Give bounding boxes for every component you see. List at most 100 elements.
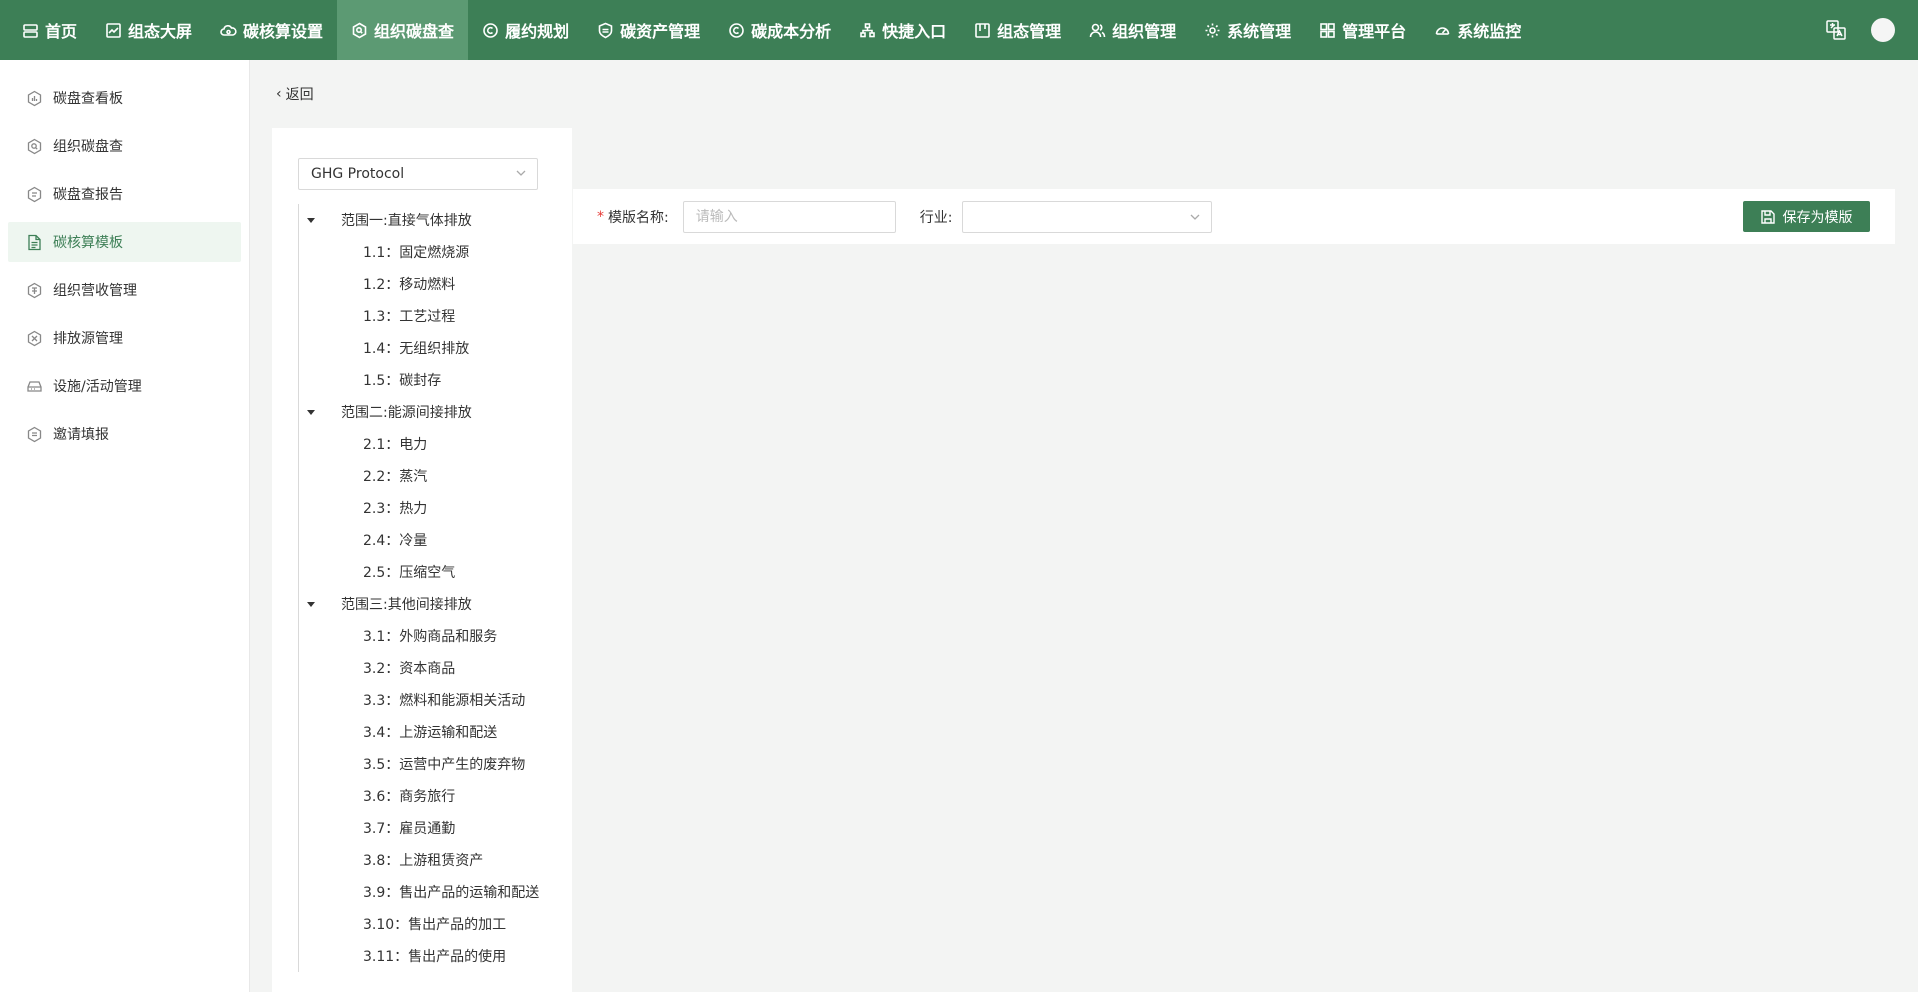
sidebar-item-label: 组织碳盘查 [53,139,123,155]
sidebar-item-1[interactable]: 组织碳盘查 [8,126,241,166]
nav-item-2[interactable]: 碳核算设置 [206,0,337,60]
industry-select[interactable] [962,200,1213,233]
tree-leaf[interactable]: 2.3：热力 [299,492,568,524]
tree-group-0[interactable]: 范围一:直接气体排放 [299,204,568,236]
tree-leaf[interactable]: 2.2：蒸汽 [299,460,568,492]
tree-group-1[interactable]: 范围二:能源间接排放 [299,396,568,428]
tree-leaf[interactable]: 1.3：工艺过程 [299,300,568,332]
nav-item-12[interactable]: 系统监控 [1420,0,1535,60]
nav-item-label: 组态管理 [997,22,1062,41]
tree-leaf[interactable]: 1.5：碳封存 [299,364,568,396]
sidebar: 碳盘查看板组织碳盘查碳盘查报告碳核算模板组织营收管理 排放源管理设施/活动管理邀请… [0,60,250,992]
tree-leaf[interactable]: 3.10：售出产品的加工 [299,908,568,940]
save-as-template-label: 保存为模版 [1782,209,1853,226]
tree-leaf[interactable]: 1.4：无组织排放 [299,332,568,364]
nav-item-label: 碳资产管理 [620,22,701,41]
required-mark: * [597,208,604,225]
tree-leaf[interactable]: 3.5：运营中产生的废弃物 [299,748,568,780]
save-icon [1760,209,1775,224]
nav-item-0[interactable]: 首页 [0,0,91,60]
tree-leaf-label: 3.1：外购商品和服务 [363,629,498,645]
tree-leaf[interactable]: 3.7：雇员通勤 [299,812,568,844]
nav-item-7[interactable]: 快捷入口 [845,0,960,60]
tree-group-2[interactable]: 范围三:其他间接排放 [299,588,568,620]
save-as-template-button[interactable]: 保存为模版 [1743,201,1870,232]
chevron-down-icon [515,167,527,179]
hex-search-icon [27,138,42,154]
tree-group-label: 范围二:能源间接排放 [341,405,472,421]
tree-leaf-label: 3.4：上游运输和配送 [363,725,498,741]
template-name-input[interactable] [682,200,896,233]
sitemap-icon [860,22,875,37]
shield-icon [598,22,613,38]
tree-leaf[interactable]: 2.4：冷量 [299,524,568,556]
nav-item-3[interactable]: 组织碳盘查 [337,0,469,60]
tree-leaf-label: 3.8：上游租赁资产 [363,853,484,869]
tree-leaf[interactable]: 3.9：售出产品的运输和配送 [299,876,568,908]
sidebar-item-label: 碳盘查看板 [53,91,123,107]
users-icon [1089,23,1106,37]
hex-money-icon [27,282,42,298]
nav-item-label: 系统管理 [1227,22,1292,41]
tree-leaf-label: 3.2：资本商品 [363,661,456,677]
tree-leaf-label: 3.3：燃料和能源相关活动 [363,693,526,709]
hex-tools-icon [27,330,42,346]
tree-leaf[interactable]: 3.6：商务旅行 [299,780,568,812]
template-form-bar: * 模版名称: 行业: 保存为模版 [573,189,1895,244]
sidebar-item-3[interactable]: 碳核算模板 [8,222,241,262]
chart-line-icon [106,22,121,38]
nav-item-5[interactable]: 碳资产管理 [583,0,714,60]
nav-item-6[interactable]: 碳成本分析 [714,0,845,60]
tree-leaf[interactable]: 1.2：移动燃料 [299,268,568,300]
tree-leaf[interactable]: 2.5：压缩空气 [299,556,568,588]
sidebar-item-7[interactable]: 邀请填报 [8,414,241,454]
sidebar-item-label: 邀请填报 [53,427,109,443]
tree-leaf[interactable]: 3.3：燃料和能源相关活动 [299,684,568,716]
nav-item-label: 管理平台 [1342,22,1407,41]
category-tree: 范围一:直接气体排放 1.1：固定燃烧源 1.2：移动燃料 1.3：工艺过程 1.4：无… [298,204,568,972]
tree-leaf[interactable]: 3.1：外购商品和服务 [299,620,568,652]
tree-leaf-label: 3.6：商务旅行 [363,789,456,805]
chevron-left-icon: ‹ [276,86,282,102]
tree-leaf-label: 3.11：售出产品的使用 [363,949,507,965]
caret-down-icon[interactable] [307,601,315,607]
caret-down-icon[interactable] [307,217,315,223]
sidebar-item-4[interactable]: 组织营收管理 [8,270,241,310]
protocol-select[interactable]: GHG Protocol [298,158,538,190]
tree-group-label: 范围一:直接气体排放 [341,213,472,229]
tree-leaf-label: 2.2：蒸汽 [363,469,428,485]
tree-leaf-label: 1.2：移动燃料 [363,277,456,293]
nav-item-label: 组织管理 [1112,22,1177,41]
tree-leaf[interactable]: 3.8：上游租赁资产 [299,844,568,876]
tree-leaf[interactable]: 3.2：资本商品 [299,652,568,684]
translate-icon[interactable] [1825,19,1847,41]
tree-leaf-label: 3.10：售出产品的加工 [363,917,507,933]
tree-leaf[interactable]: 3.4：上游运输和配送 [299,716,568,748]
tree-leaf-label: 1.3：工艺过程 [363,309,456,325]
nav-item-11[interactable]: 管理平台 [1305,0,1420,60]
top-nav: 首页 组态大屏 碳核算设置 组织碳盘查 履约规划 碳资产管理 碳成本分析 快捷入口 组态管理 组织… [0,0,1918,60]
caret-down-icon[interactable] [307,409,315,415]
tree-group-label: 范围三:其他间接排放 [341,597,472,613]
sidebar-item-2[interactable]: 碳盘查报告 [8,174,241,214]
nav-item-1[interactable]: 组态大屏 [91,0,206,60]
nav-item-4[interactable]: 履约规划 [468,0,583,60]
board-icon [975,22,990,38]
avatar[interactable] [1871,18,1895,42]
sidebar-item-6[interactable]: 设施/活动管理 [8,366,241,406]
back-link[interactable]: ‹ 返回 [276,84,314,104]
tree-leaf[interactable]: 3.11：售出产品的使用 [299,940,568,972]
copyright-icon [729,22,744,38]
nav-item-label: 履约规划 [505,22,570,41]
nav-item-label: 碳核算设置 [243,22,324,41]
tree-leaf-label: 2.5：压缩空气 [363,565,456,581]
storage-icon [27,380,42,392]
nav-item-10[interactable]: 系统管理 [1190,0,1305,60]
sidebar-item-0[interactable]: 碳盘查看板 [8,78,241,118]
tree-leaf[interactable]: 1.1：固定燃烧源 [299,236,568,268]
nav-item-9[interactable]: 组织管理 [1075,0,1190,60]
tree-leaf-label: 1.5：碳封存 [363,373,442,389]
nav-item-8[interactable]: 组态管理 [960,0,1075,60]
tree-leaf[interactable]: 2.1：电力 [299,428,568,460]
sidebar-item-5[interactable]: 排放源管理 [8,318,241,358]
